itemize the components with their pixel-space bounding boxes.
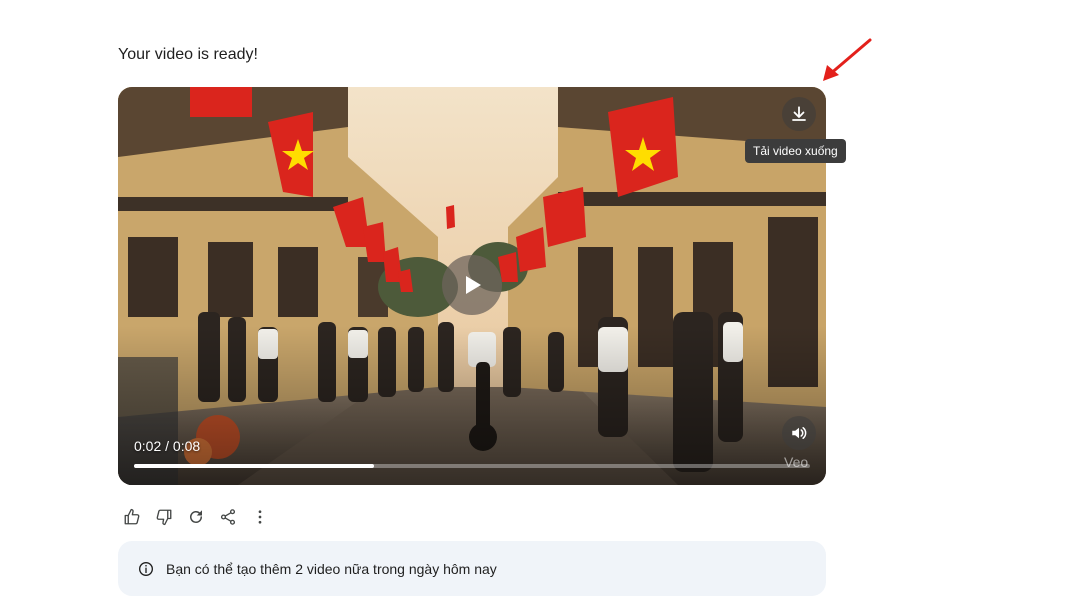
share-button[interactable] [212,505,244,529]
quota-banner: Bạn có thể tạo thêm 2 video nữa trong ng… [118,541,826,596]
play-button[interactable] [442,255,502,315]
thumbs-up-button[interactable] [116,505,148,529]
refresh-icon [190,510,202,523]
time-display: 0:02 / 0:08 [134,438,200,454]
volume-icon [792,427,807,439]
download-icon [792,106,806,121]
annotation-arrow-icon [823,38,872,81]
thumbs-down-button[interactable] [148,505,180,529]
progress-bar[interactable] [134,464,810,468]
info-icon [138,561,154,577]
veo-watermark: Veo [784,454,809,470]
quota-text: Bạn có thể tạo thêm 2 video nữa trong ng… [166,560,497,577]
share-icon [220,509,236,525]
download-button[interactable] [782,97,816,131]
response-actions [116,505,276,529]
current-time: 0:02 [134,438,162,454]
regenerate-button[interactable] [180,505,212,529]
volume-button[interactable] [782,416,816,450]
play-icon [466,276,481,294]
more-vert-icon [258,510,262,524]
video-player[interactable]: 0:02 / 0:08 Veo [118,87,826,485]
download-tooltip: Tải video xuống [745,139,846,163]
more-options-button[interactable] [244,505,276,529]
progress-fill [134,464,374,468]
thumbs-up-icon [124,508,140,525]
thumbs-down-icon [156,509,172,526]
response-title: Your video is ready! [118,46,258,63]
time-separator: / [165,438,173,454]
duration: 0:08 [172,438,201,454]
